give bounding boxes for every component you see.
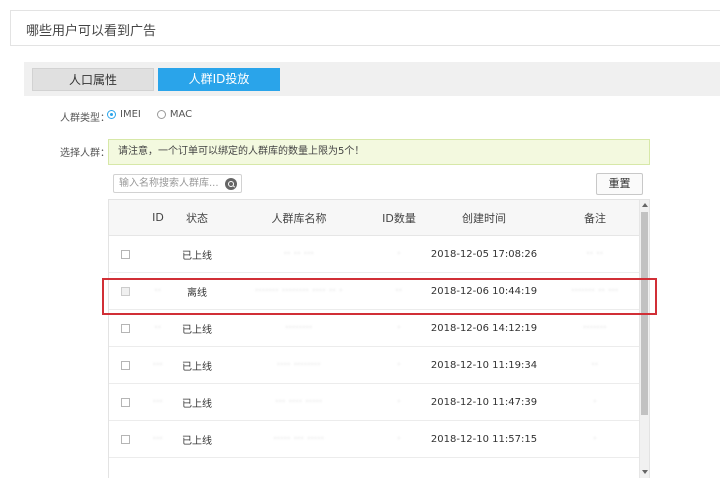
row-id: ···: [152, 397, 164, 407]
tab-demographics[interactable]: 人口属性: [32, 68, 154, 91]
header-status: 状态: [186, 211, 208, 225]
table-row[interactable]: ·· 已上线 ········ · 2018-12-06 14:12:19 ··…: [109, 310, 641, 347]
row-name: ·· ·· ···: [283, 249, 315, 259]
row-id-count: ·: [397, 249, 401, 259]
radio-mac[interactable]: [156, 110, 166, 119]
table-row[interactable]: 已上线 ·· ·· ··· · 2018-12-05 17:08:26 ·· ·…: [109, 236, 641, 273]
row-status: 已上线: [182, 398, 212, 410]
row-checkbox[interactable]: [120, 434, 130, 444]
page-title: 哪些用户可以看到广告: [26, 24, 157, 39]
header-id-count: ID数量: [382, 211, 416, 225]
header-note: 备注: [584, 211, 606, 225]
row-status: 已上线: [182, 324, 212, 336]
row-id: [141, 236, 175, 272]
row-note: ·: [593, 397, 597, 407]
scroll-up-arrow-icon[interactable]: [642, 203, 648, 207]
crowd-type-label: 人群类型：: [60, 113, 110, 124]
row-status: 已上线: [182, 250, 212, 262]
row-status: 已上线: [182, 435, 212, 447]
row-created-time: 2018-12-06 14:12:19: [430, 322, 538, 334]
row-created-time: 2018-12-10 11:47:39: [430, 396, 538, 408]
tab-bar: 人口属性 人群ID投放: [24, 62, 720, 96]
crowd-type-radio-group: IMEI MAC: [107, 109, 208, 120]
scroll-down-arrow-icon[interactable]: [642, 470, 648, 474]
row-id-count: ·: [397, 434, 401, 444]
row-status: 已上线: [182, 361, 212, 373]
row-id: ···: [152, 434, 164, 444]
tab-crowd-id[interactable]: 人群ID投放: [158, 68, 280, 91]
table-row[interactable]: ··· 已上线 ···· ········ · 2018-12-10 11:19…: [109, 347, 641, 384]
row-checkbox[interactable]: [120, 323, 130, 333]
row-id-count: ·: [397, 323, 401, 333]
radio-mac-label[interactable]: MAC: [170, 109, 192, 120]
search-input[interactable]: [119, 177, 224, 190]
row-checkbox[interactable]: [120, 397, 130, 407]
row-id: ··: [154, 323, 162, 333]
row-note: ·: [593, 434, 597, 444]
page-header: 哪些用户可以看到广告: [10, 10, 720, 46]
reset-button[interactable]: 重置: [596, 173, 643, 195]
header-created-time: 创建时间: [462, 211, 506, 225]
row-id-count: ·: [397, 360, 401, 370]
row-name: ···· ········: [277, 360, 321, 370]
crowd-table: ID 状态 人群库名称 ID数量 创建时间 备注 已上线 ·· ·· ··· ·…: [108, 199, 650, 478]
radio-imei[interactable]: [107, 110, 116, 119]
row-id-count: ·: [397, 397, 401, 407]
row-created-time: 2018-12-10 11:19:34: [430, 359, 538, 371]
radio-imei-label[interactable]: IMEI: [120, 109, 141, 120]
select-crowd-label: 选择人群：: [60, 148, 110, 159]
table-row[interactable]: ··· 已上线 ··· ···· ····· · 2018-12-10 11:4…: [109, 384, 641, 421]
row-checkbox[interactable]: [120, 360, 130, 370]
search-icon[interactable]: [225, 178, 237, 190]
row-note: ·· ··: [586, 249, 604, 259]
row-note: ·······: [583, 323, 607, 333]
row-name: ····· ··· ·····: [273, 434, 325, 444]
row-note: ··: [591, 360, 599, 370]
notice-banner: 请注意，一个订单可以绑定的人群库的数量上限为5个！: [108, 139, 650, 165]
row-name: ··· ···· ·····: [275, 397, 323, 407]
row-name: ········: [285, 323, 313, 333]
search-box: [113, 174, 242, 193]
row-checkbox[interactable]: [120, 249, 130, 259]
row-created-time: 2018-12-05 17:08:26: [430, 248, 538, 260]
header-id: ID: [152, 211, 164, 224]
row-id: ···: [152, 360, 164, 370]
highlight-annotation-box: [102, 278, 657, 315]
table-scrollbar[interactable]: [639, 200, 649, 478]
header-checkbox-col: [109, 200, 141, 235]
header-name: 人群库名称: [271, 211, 327, 225]
table-row[interactable]: ··· 已上线 ····· ··· ····· · 2018-12-10 11:…: [109, 421, 641, 458]
table-header: ID 状态 人群库名称 ID数量 创建时间 备注: [109, 200, 641, 236]
row-created-time: 2018-12-10 11:57:15: [430, 433, 538, 445]
